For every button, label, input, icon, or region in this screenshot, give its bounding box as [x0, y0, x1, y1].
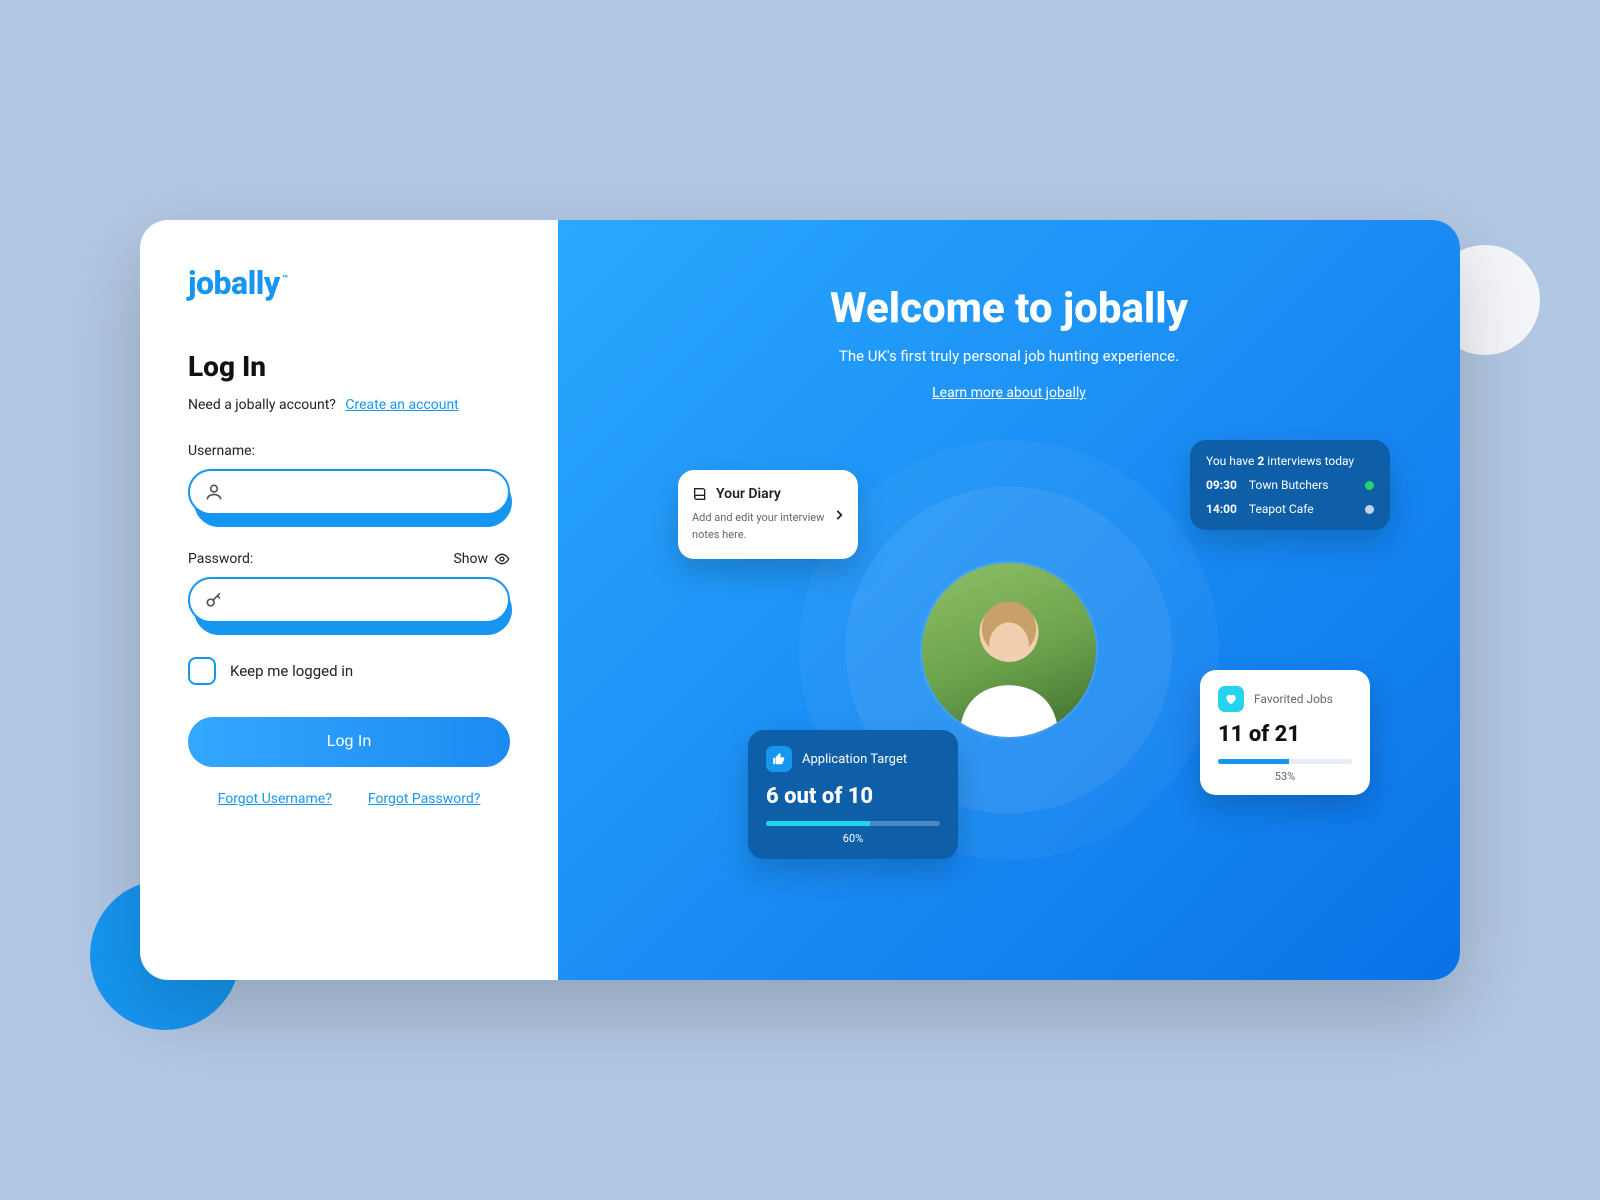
signup-row: Need a jobally account? Create an accoun… — [188, 397, 510, 413]
eye-icon — [494, 551, 510, 567]
remember-checkbox[interactable] — [188, 657, 216, 685]
show-password-label: Show — [453, 551, 488, 567]
interview-time: 09:30 — [1206, 478, 1237, 492]
brand-name: jobally — [188, 264, 280, 302]
forgot-password-link[interactable]: Forgot Password? — [368, 791, 481, 807]
heart-icon — [1218, 686, 1244, 712]
status-dot — [1365, 481, 1374, 490]
book-icon — [692, 486, 708, 502]
interview-row: 14:00 Teapot Cafe — [1206, 502, 1374, 516]
brand-logo: jobally™ — [188, 264, 510, 302]
interview-label: Teapot Cafe — [1249, 502, 1314, 516]
username-field-wrap — [188, 469, 510, 521]
username-input[interactable] — [188, 469, 510, 515]
interview-label: Town Butchers — [1249, 478, 1329, 492]
diary-title: Your Diary — [716, 486, 781, 502]
favorited-jobs-value: 11 of 21 — [1218, 722, 1352, 747]
chevron-right-icon — [832, 508, 846, 522]
need-account-text: Need a jobally account? — [188, 397, 336, 413]
interviews-heading-pre: You have — [1206, 454, 1257, 468]
hero-title: Welcome to jobally — [558, 284, 1460, 333]
create-account-link[interactable]: Create an account — [345, 397, 458, 413]
auth-card: jobally™ Log In Need a jobally account? … — [140, 220, 1460, 980]
progress-fill — [766, 821, 870, 826]
application-target-card[interactable]: Application Target 6 out of 10 60% — [748, 730, 958, 859]
forgot-username-link[interactable]: Forgot Username? — [218, 791, 332, 807]
learn-more-link[interactable]: Learn more about jobally — [932, 385, 1086, 401]
forgot-row: Forgot Username? Forgot Password? — [188, 791, 510, 807]
favorited-jobs-title: Favorited Jobs — [1254, 692, 1333, 706]
user-icon — [204, 482, 224, 502]
application-target-percent: 60% — [766, 832, 940, 845]
password-field-wrap — [188, 577, 510, 629]
interview-row: 09:30 Town Butchers — [1206, 478, 1374, 492]
username-label: Username: — [188, 443, 510, 459]
login-button[interactable]: Log In — [188, 717, 510, 767]
interviews-heading: You have 2 interviews today — [1206, 454, 1374, 468]
interviews-heading-post: interviews today — [1264, 454, 1354, 468]
avatar-person-icon — [934, 577, 1084, 737]
password-input[interactable] — [188, 577, 510, 623]
progress-fill — [1218, 759, 1289, 764]
application-target-value: 6 out of 10 — [766, 784, 940, 809]
remember-label: Keep me logged in — [230, 662, 353, 680]
thumbs-up-icon — [766, 746, 792, 772]
avatar — [922, 563, 1096, 737]
diary-subtitle: Add and edit your interview notes here. — [692, 510, 844, 543]
login-heading: Log In — [188, 350, 510, 383]
progress-bar — [1218, 759, 1352, 764]
show-password-toggle[interactable]: Show — [453, 551, 510, 567]
interview-time: 14:00 — [1206, 502, 1237, 516]
progress-bar — [766, 821, 940, 826]
hero-panel: Welcome to jobally The UK's first truly … — [558, 220, 1460, 980]
password-label-row: Password: Show — [188, 551, 510, 567]
brand-tm: ™ — [282, 274, 288, 285]
key-icon — [204, 590, 224, 610]
hero-tagline: The UK's first truly personal job huntin… — [558, 347, 1460, 365]
favorited-jobs-percent: 53% — [1218, 770, 1352, 783]
status-dot — [1365, 505, 1374, 514]
login-panel: jobally™ Log In Need a jobally account? … — [140, 220, 558, 980]
password-label: Password: — [188, 551, 253, 567]
interviews-card[interactable]: You have 2 interviews today 09:30 Town B… — [1190, 440, 1390, 530]
application-target-title: Application Target — [802, 752, 907, 767]
diary-card[interactable]: Your Diary Add and edit your interview n… — [678, 470, 858, 559]
favorited-jobs-card[interactable]: Favorited Jobs 11 of 21 53% — [1200, 670, 1370, 795]
remember-row: Keep me logged in — [188, 657, 510, 685]
